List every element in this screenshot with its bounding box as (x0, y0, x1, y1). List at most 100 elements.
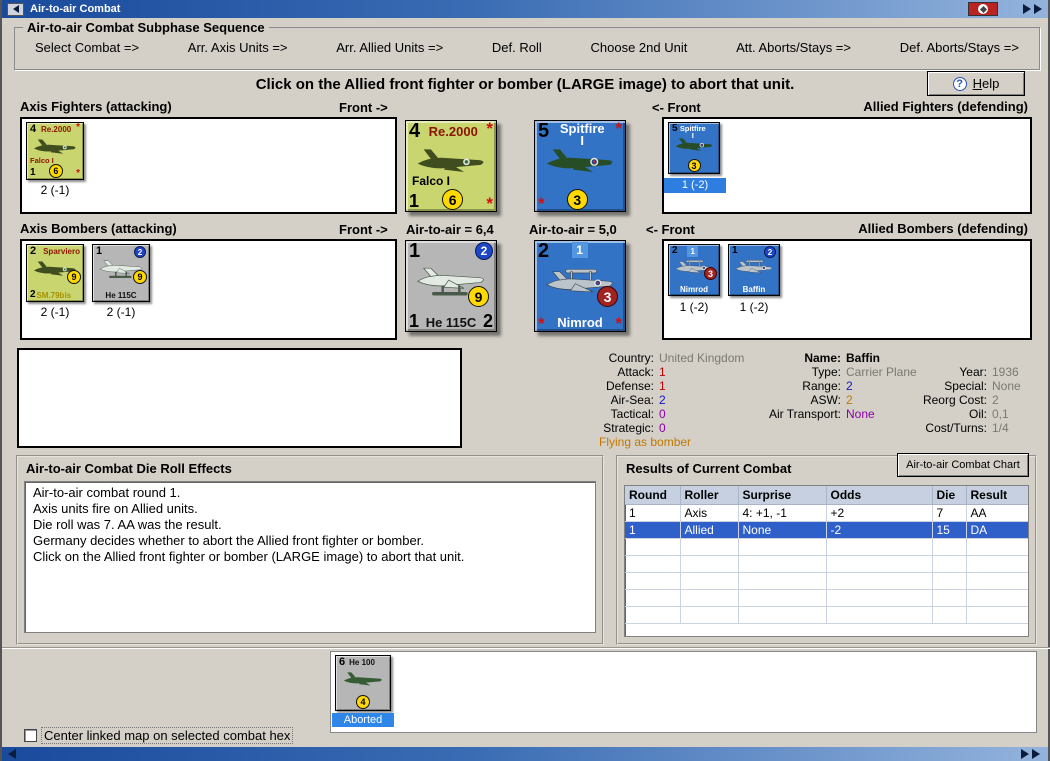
counter-bottom-row: He 115C (93, 290, 149, 301)
result-row[interactable]: 1 Allied None -2 15 DA (625, 521, 1028, 539)
star-marker: * (538, 194, 545, 213)
unit-info-row: Strategic: 0 Cost/Turns: 1/4 (595, 422, 1039, 436)
die-roll-effects-title: Air-to-air Combat Die Roll Effects (26, 461, 232, 476)
result-row-empty (625, 572, 1028, 590)
year-value: 1936 (992, 365, 1019, 379)
unit-name: Nimrod (680, 285, 708, 294)
effect-line: Germany decides whether to abort the All… (33, 533, 424, 548)
subphase-item: Def. Aborts/Stays => (899, 40, 1019, 55)
counter-top-row: 4 Re.2000 * (406, 120, 496, 142)
axis-air-value: Air-to-air = 6,4 (406, 222, 494, 237)
cost-turns-value: 1/4 (992, 421, 1009, 435)
range-circle: 3 (566, 189, 588, 210)
result-row-empty (625, 589, 1028, 607)
air-combat-window: Air-to-air Combat Air-to-air Combat Subp… (0, 0, 1050, 761)
unit-name: He 115C (425, 315, 477, 330)
strategic-label: Strategic: (603, 421, 654, 435)
results-rows: 1 Axis 4: +1, -1 +2 7 AA 1 Allied None -… (625, 504, 1028, 539)
axis-fighter-large-counter[interactable]: 4 Re.2000 * Falco I 1 6 * (405, 120, 497, 212)
help-button[interactable]: ? Help (927, 71, 1025, 96)
movement-rating: 1 (30, 167, 36, 178)
roller-cell: Allied (680, 521, 739, 539)
app-icon[interactable] (7, 2, 24, 16)
effect-line: Air-to-air combat round 1. (33, 485, 181, 500)
attack-rating: 4 (30, 123, 37, 135)
unit-info-row: Tactical: 0 Air Transport: None Oil: 0,1 (595, 408, 1039, 422)
star-marker: * (538, 314, 545, 333)
flag-emblem (979, 5, 987, 13)
subphase-sequence-title: Air-to-air Combat Subphase Sequence (27, 20, 265, 35)
right-arrow-icon (1021, 749, 1029, 759)
axis-bomber-small-counter-sparviero[interactable]: 2 Sparviero 9 2 SM.79bis (26, 244, 84, 302)
surprise-cell: None (738, 521, 827, 539)
flying-as-note: Flying as bomber (599, 435, 692, 449)
window-title: Air-to-air Combat (30, 3, 121, 15)
counter-top-row: 1 2 (729, 245, 779, 259)
results-table: Round Roller Surprise Odds Die Result 1 Axis … (624, 485, 1029, 637)
tactical-circle: 2 (764, 246, 776, 258)
oil-value: 0,1 (992, 407, 1009, 421)
aborted-units-area: 6 He 100 4 Aborted (330, 651, 1037, 733)
attack-rating: 6 (339, 656, 346, 668)
plane-art (34, 139, 76, 154)
unit-subname: Falco I (412, 174, 451, 188)
reorg-label: Reorg Cost: (922, 393, 987, 407)
unit-info-row: Country: United Kingdom Name: Baffin (595, 352, 1039, 366)
results-panel: Results of Current Combat Air-to-air Com… (616, 453, 1037, 645)
round-cell: 1 (625, 521, 681, 539)
allied-bombers-heading: Allied Bombers (defending) (858, 221, 1028, 236)
counter-bottom-row: 4 (336, 694, 390, 710)
defense-rating: 2 (482, 311, 493, 331)
flag-disc (978, 4, 988, 14)
result-cell: AA (966, 504, 1028, 522)
help-button-label: Help (972, 76, 1000, 91)
scroll-left-button[interactable] (8, 749, 16, 759)
axis-bomber-small-counter-he115c[interactable]: 1 2 9 He 115C (92, 244, 150, 302)
allied-bomber-small-counter-baffin[interactable]: 1 2 Baffin (728, 244, 780, 296)
roller-cell: Axis (680, 504, 739, 522)
front-attack-label: Front -> (339, 222, 388, 237)
germany-flag-icon (968, 2, 998, 16)
counter-top-row: 6 He 100 (336, 656, 390, 669)
stack-status: 2 (-1) (40, 305, 70, 319)
aborted-unit-counter[interactable]: 6 He 100 4 (335, 655, 391, 711)
axis-fighter-small-counter[interactable]: 4 Re.2000 * Falco I 1 6 * (26, 122, 84, 180)
name-value: Baffin (846, 351, 880, 365)
empty-cell (844, 422, 922, 436)
result-row[interactable]: 1 Axis 4: +1, -1 +2 7 AA (625, 504, 1028, 522)
range-label: Range: (802, 379, 841, 393)
result-cell: DA (966, 521, 1028, 539)
front-defend-label: <- Front (652, 100, 701, 115)
allied-bomber-large-counter[interactable]: 2 1 3 * Nimrod * (534, 240, 626, 332)
country-label: Country: (608, 351, 654, 365)
axis-bomber-large-counter[interactable]: 1 2 9 1 He 115C 2 (405, 240, 497, 332)
special-label: Special: (944, 379, 987, 393)
counter-top-row: 2 1 (669, 245, 719, 258)
center-map-checkbox-label[interactable]: Center linked map on selected combat hex (41, 727, 294, 744)
movement-rating: 1 (409, 311, 420, 331)
center-map-checkbox[interactable] (24, 729, 37, 742)
right-arrow-icon (1034, 4, 1042, 14)
unit-name: Sparviero (43, 247, 80, 256)
tactical-circle: 2 (134, 246, 146, 258)
front-defend-label: <- Front (646, 222, 695, 237)
results-column-header: Roller (680, 486, 739, 505)
tactical-value: 0 (659, 407, 666, 421)
scroll-right-button[interactable] (1021, 749, 1040, 759)
allied-fighter-small-counter[interactable]: 5 Spitfire I 3 (668, 122, 720, 174)
unit-subname: SM.79bis (36, 291, 72, 300)
unit-name-line2: I (580, 133, 585, 148)
unit-info-row: Attack: 1 Type: Carrier Plane Year: 1936 (595, 366, 1039, 380)
type-label: Type: (811, 365, 841, 379)
result-row-empty (625, 555, 1028, 573)
effect-line: Click on the Allied front fighter or bom… (33, 549, 465, 564)
combat-chart-button[interactable]: Air-to-air Combat Chart (897, 453, 1029, 477)
unit-info-panel: Country: United Kingdom Name: Baffin Att… (595, 346, 1039, 450)
range-circle: 3 (687, 159, 701, 172)
air-transport-label: Air Transport: (768, 407, 841, 421)
title-bar: Air-to-air Combat (2, 0, 1048, 18)
scroll-right-button[interactable] (1023, 4, 1042, 14)
country-value: United Kingdom (659, 351, 745, 365)
allied-fighter-large-counter[interactable]: 5 Spitfire I * * 3 (534, 120, 626, 212)
allied-bomber-small-counter-nimrod[interactable]: 2 1 3 Nimrod (668, 244, 720, 296)
